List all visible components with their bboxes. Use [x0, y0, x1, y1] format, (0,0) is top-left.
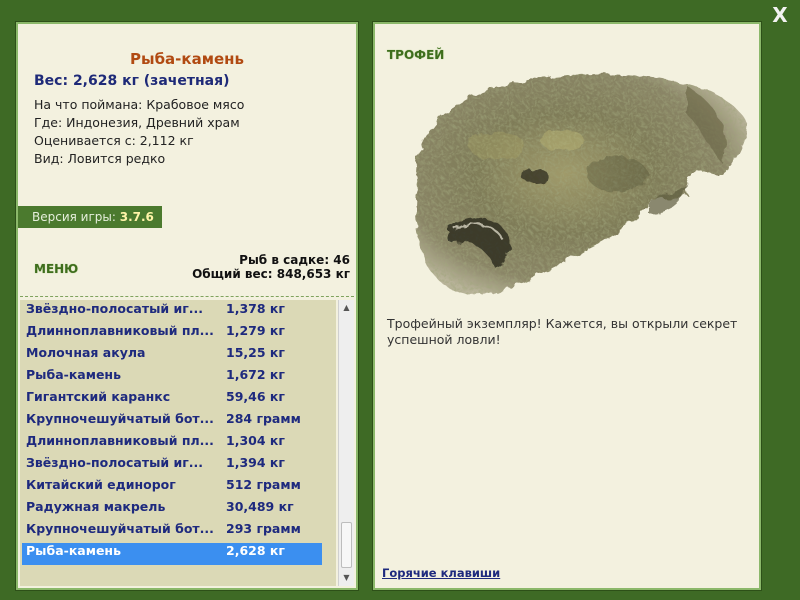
bait-info: На что поймана: Крабовое мясо: [34, 97, 245, 112]
catch-fish-name: Гигантский каранкс: [26, 389, 171, 404]
trophy-message: Трофейный экземпляр! Кажется, вы открыли…: [387, 316, 738, 347]
catch-fish-name: Радужная макрель: [26, 499, 166, 514]
catch-fish-name: Рыба-камень: [26, 543, 121, 558]
catch-row[interactable]: Гигантский каранкс 59,46 кг: [22, 389, 322, 411]
catch-fish-weight: 1,672 кг: [226, 367, 285, 382]
hotkeys-link[interactable]: Горячие клавиши: [382, 566, 500, 580]
catch-fish-name: Крупночешуйчатый бот...: [26, 521, 214, 536]
catch-fish-name: Звёздно-полосатый иг...: [26, 301, 204, 316]
catch-row[interactable]: Китайский единорог 512 грамм: [22, 477, 322, 499]
catch-row[interactable]: Крупночешуйчатый бот... 293 грамм: [22, 521, 322, 543]
fish-title: Рыба-камень: [130, 50, 244, 68]
trophy-label: ТРОФЕЙ: [387, 48, 445, 62]
fish-info-panel: Рыба-камень Вес: 2,628 кг (зачетная) На …: [15, 21, 359, 591]
catch-fish-weight: 59,46 кг: [226, 389, 285, 404]
catch-fish-weight: 293 грамм: [226, 521, 301, 536]
total-weight: Общий вес: 848,653 кг: [192, 267, 350, 281]
trophy-threshold-info: Оценивается с: 2,112 кг: [34, 133, 194, 148]
catch-row[interactable]: Крупночешуйчатый бот... 284 грамм: [22, 411, 322, 433]
catch-fish-weight: 284 грамм: [226, 411, 301, 426]
catch-row[interactable]: Звёздно-полосатый иг... 1,378 кг: [22, 301, 322, 323]
catch-fish-weight: 30,489 кг: [226, 499, 294, 514]
trophy-panel: ТРОФЕЙ Трофейный экземпляр! Кажется, вы …: [372, 21, 762, 591]
location-info: Где: Индонезия, Древний храм: [34, 115, 240, 130]
fish-weight: Вес: 2,628 кг (зачетная): [34, 73, 230, 89]
catch-fish-name: Китайский единорог: [26, 477, 176, 492]
catch-fish-weight: 2,628 кг: [226, 543, 285, 558]
catch-list-scrollbar[interactable]: ▲ ▼: [338, 300, 354, 586]
catch-fish-weight: 15,25 кг: [226, 345, 285, 360]
catch-row[interactable]: Молочная акула 15,25 кг: [22, 345, 322, 367]
catch-fish-weight: 1,394 кг: [226, 455, 285, 470]
stonefish-image: [415, 74, 747, 296]
catch-fish-name: Рыба-камень: [26, 367, 121, 382]
menu-button[interactable]: МЕНЮ: [34, 262, 78, 276]
catch-fish-name: Длинноплавниковый пл...: [26, 433, 214, 448]
catch-fish-name: Длинноплавниковый пл...: [26, 323, 214, 338]
version-bar: Версия игры: 3.7.6: [18, 206, 162, 228]
fish-details: На что поймана: Крабовое мясо Где: Индон…: [34, 96, 244, 168]
version-value: 3.7.6: [119, 210, 154, 224]
keepnet-stats: Рыб в садке: 46 Общий вес: 848,653 кг: [192, 253, 350, 281]
catch-fish-name: Крупночешуйчатый бот...: [26, 411, 214, 426]
catch-fish-name: Звёздно-полосатый иг...: [26, 455, 204, 470]
catch-fish-weight: 1,378 кг: [226, 301, 285, 316]
catch-row[interactable]: Звёздно-полосатый иг... 1,394 кг: [22, 455, 322, 477]
scroll-up-icon[interactable]: ▲: [339, 300, 354, 316]
scroll-down-icon[interactable]: ▼: [339, 570, 354, 586]
catch-row[interactable]: Длинноплавниковый пл... 1,304 кг: [22, 433, 322, 455]
close-button[interactable]: X: [770, 4, 790, 26]
catch-fish-weight: 512 грамм: [226, 477, 301, 492]
scroll-thumb[interactable]: [341, 522, 352, 568]
divider: [20, 296, 354, 297]
rarity-info: Вид: Ловится редко: [34, 151, 166, 166]
catch-row[interactable]: Радужная макрель 30,489 кг: [22, 499, 322, 521]
catch-row[interactable]: Рыба-камень 1,672 кг: [22, 367, 322, 389]
catch-fish-name: Молочная акула: [26, 345, 146, 360]
catch-fish-weight: 1,304 кг: [226, 433, 285, 448]
fish-count: Рыб в садке: 46: [239, 253, 350, 267]
catch-row-selected[interactable]: Рыба-камень 2,628 кг: [22, 543, 322, 565]
catch-fish-weight: 1,279 кг: [226, 323, 285, 338]
catch-list[interactable]: Звёздно-полосатый иг... 1,378 кг Длиннопла…: [20, 300, 336, 586]
version-label: Версия игры:: [32, 210, 116, 224]
catch-row[interactable]: Длинноплавниковый пл... 1,279 кг: [22, 323, 322, 345]
